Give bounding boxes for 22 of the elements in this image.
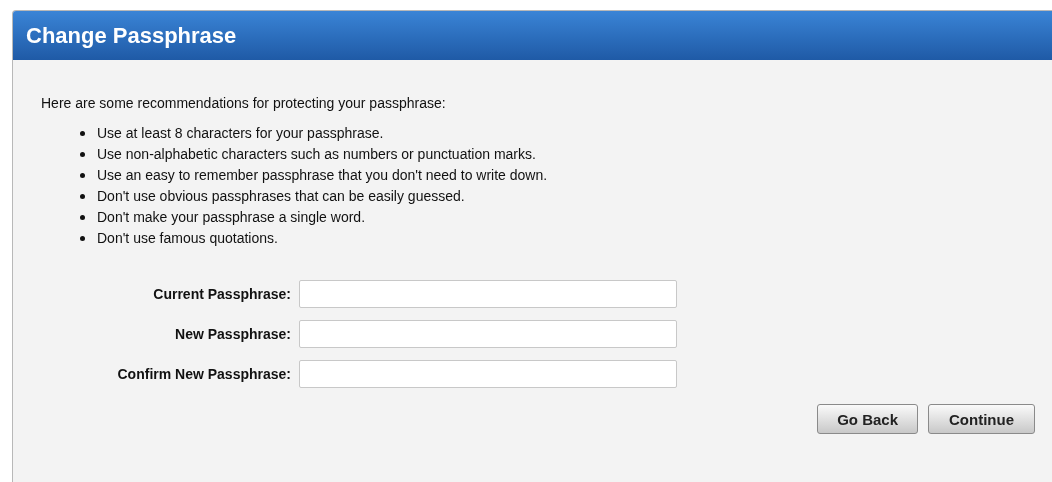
recommendation-text: Don't make your passphrase a single word. <box>97 209 366 225</box>
passphrase-field[interactable] <box>299 360 677 388</box>
panel-title: Change Passphrase <box>26 22 237 49</box>
field-label: Current Passphrase: <box>152 286 291 302</box>
bullet-icon <box>80 193 85 199</box>
bullet-icon <box>80 214 85 220</box>
recommendation-text: Don't use obvious passphrases that can be easily guessed. <box>97 188 465 204</box>
intro-text: Here are some recommendations for protecting your passphrase: <box>41 95 447 111</box>
recommendation-text: Use at least 8 characters for your passphrase. <box>97 125 384 141</box>
back-button[interactable]: Go Back <box>817 404 918 434</box>
field-label: Confirm New Passphrase: <box>116 366 291 382</box>
passphrase-field[interactable] <box>299 280 677 308</box>
bullet-icon <box>80 130 85 136</box>
recommendation-text: Use non-alphabetic characters such as numbers or punctuation marks. <box>97 146 536 162</box>
bullet-icon <box>80 172 85 178</box>
field-label: New Passphrase: <box>174 326 291 342</box>
bullet-icon <box>80 151 85 157</box>
bullet-icon <box>80 235 85 241</box>
recommendation-text: Don't use famous quotations. <box>97 230 278 246</box>
passphrase-field[interactable] <box>299 320 677 348</box>
continue-button[interactable]: Continue <box>928 404 1035 434</box>
recommendation-text: Use an easy to remember passphrase that you don't need to write down. <box>97 167 548 183</box>
